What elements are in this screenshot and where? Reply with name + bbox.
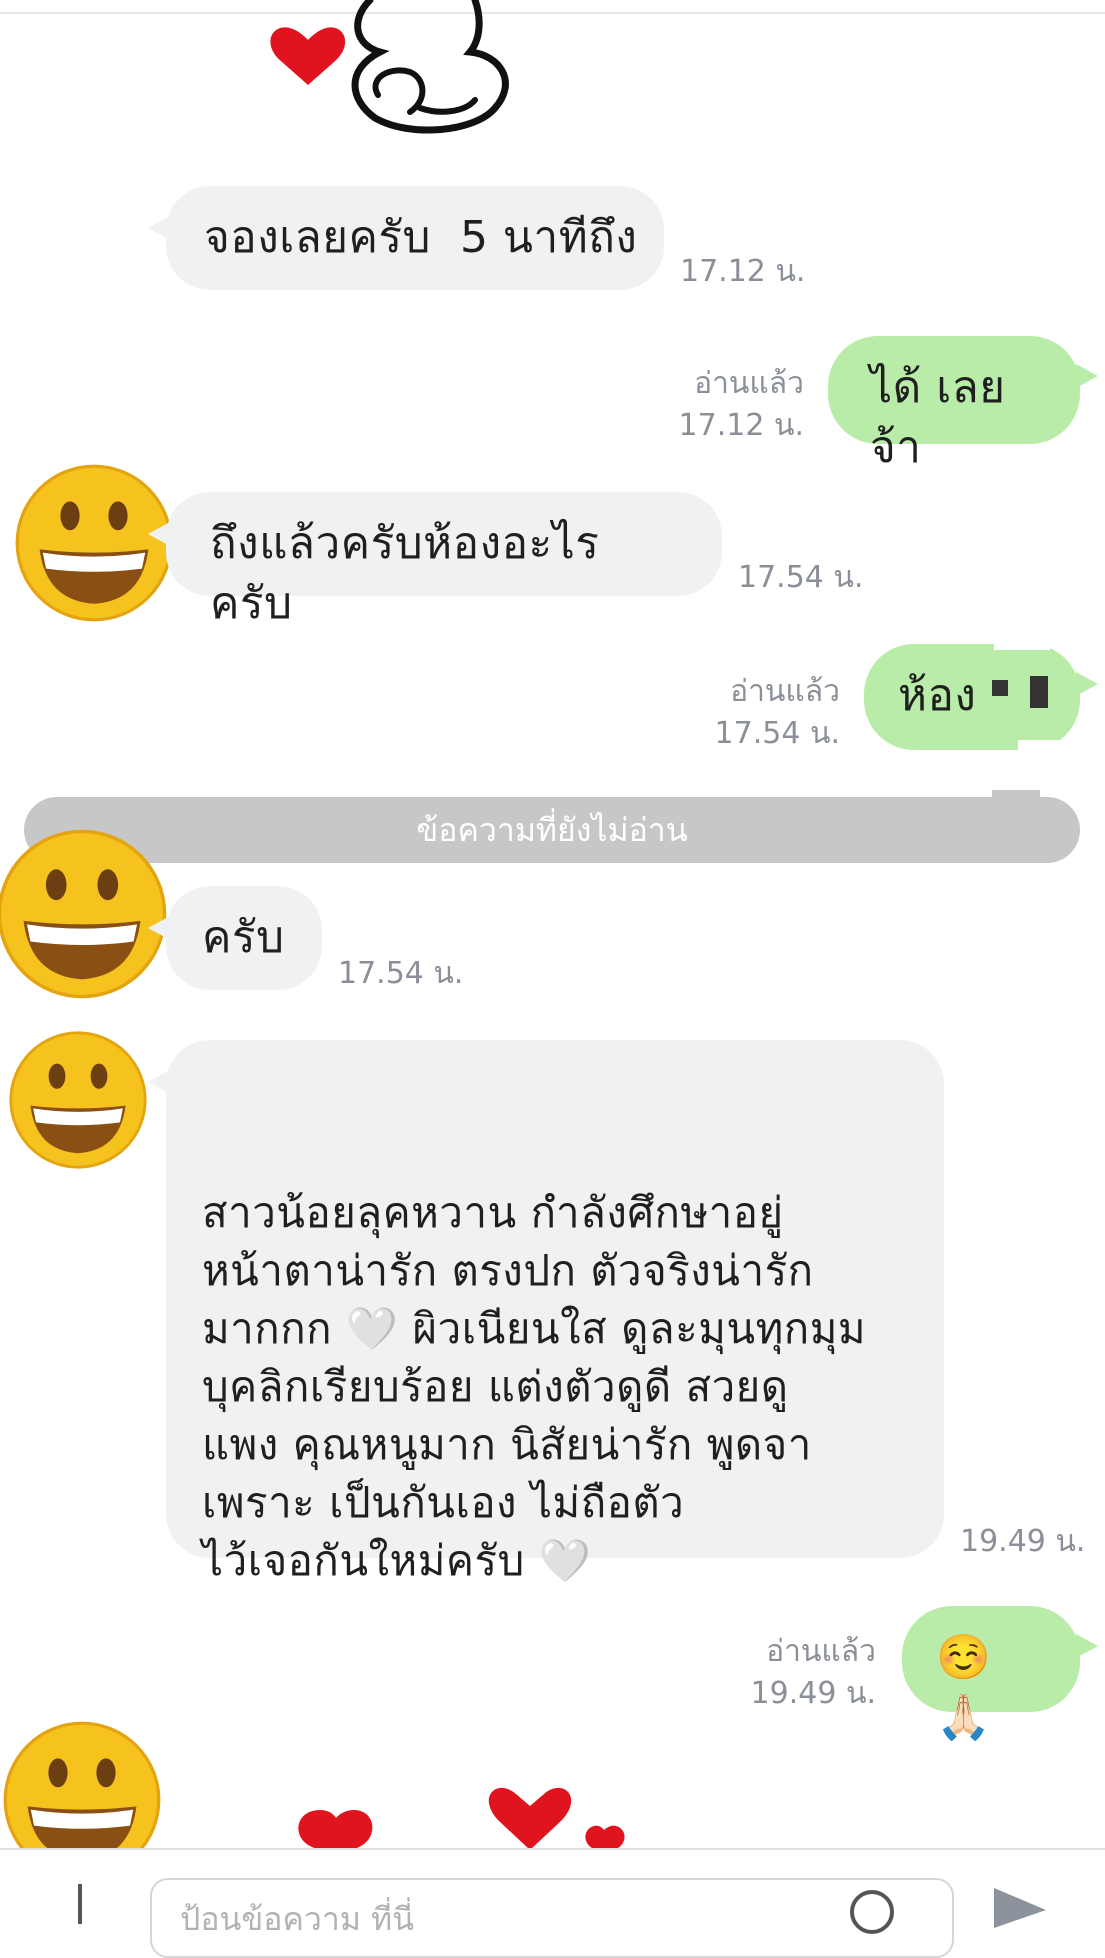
outgoing-message-bubble[interactable]: ห้อง bbox=[864, 640, 1098, 754]
message-time: 17.54 น. bbox=[338, 956, 464, 991]
message-composer: ป้อนข้อความ ที่นี่ bbox=[0, 1848, 1105, 1958]
read-receipt: อ่านแล้ว bbox=[730, 674, 840, 709]
message-text: ครับ bbox=[202, 912, 285, 963]
message-text: ได้ เลยจ้า bbox=[870, 362, 1006, 473]
outgoing-message-bubble[interactable]: ☺️🙏🏻 bbox=[902, 1606, 1098, 1743]
incoming-message-bubble[interactable]: จองเลยครับ 5 นาทีถึง bbox=[148, 186, 664, 290]
message-time: 19.49 น. bbox=[750, 1676, 876, 1711]
search-icon[interactable] bbox=[846, 1886, 906, 1946]
message-time: 17.54 น. bbox=[738, 560, 864, 595]
message-time: 17.54 น. bbox=[714, 716, 840, 751]
divider-notch bbox=[992, 790, 1040, 800]
message-input[interactable]: ป้อนข้อความ ที่นี่ bbox=[150, 1878, 954, 1958]
redaction-block bbox=[992, 680, 1008, 696]
message-time: 17.12 น. bbox=[680, 254, 806, 289]
outgoing-message-bubble[interactable]: ได้ เลยจ้า bbox=[828, 336, 1098, 473]
incoming-message-bubble[interactable]: ครับ bbox=[148, 886, 322, 990]
incoming-message-bubble[interactable]: สาวน้อยลุคหวาน กำลังศึกษาอยู่ หน้าตาน่าร… bbox=[148, 1040, 944, 1585]
redaction-block bbox=[1018, 740, 1066, 754]
send-icon[interactable] bbox=[990, 1888, 1050, 1928]
incoming-message-bubble[interactable]: ถึงแล้วครับห้องอะไรครับ bbox=[148, 492, 722, 629]
bear-heart-sticker-icon[interactable] bbox=[260, 0, 560, 140]
message-text: จองเลยครับ 5 นาทีถึง bbox=[204, 212, 638, 263]
grinning-face-emoji-icon[interactable] bbox=[0, 828, 168, 1000]
message-text: สาวน้อยลุคหวาน กำลังศึกษาอยู่ หน้าตาน่าร… bbox=[202, 1188, 867, 1585]
read-receipt: อ่านแล้ว bbox=[766, 1634, 876, 1669]
message-time: 17.12 น. bbox=[678, 408, 804, 443]
message-time: 19.49 น. bbox=[960, 1524, 1086, 1559]
grinning-face-emoji-icon[interactable] bbox=[8, 1030, 148, 1170]
redaction-block bbox=[1030, 676, 1048, 708]
message-input-placeholder: ป้อนข้อความ ที่นี่ bbox=[180, 1900, 415, 1938]
hearts-sticker-icon[interactable] bbox=[280, 1780, 640, 1850]
plus-icon[interactable] bbox=[66, 1884, 94, 1924]
message-text: ☺️🙏🏻 bbox=[936, 1632, 992, 1743]
redaction-block bbox=[994, 640, 1050, 650]
read-receipt: อ่านแล้ว bbox=[694, 366, 804, 401]
message-text: ถึงแล้วครับห้องอะไรครับ bbox=[210, 518, 600, 629]
message-text: ห้อง bbox=[898, 670, 977, 721]
unread-messages-divider: ข้อความที่ยังไม่อ่าน bbox=[24, 797, 1080, 863]
